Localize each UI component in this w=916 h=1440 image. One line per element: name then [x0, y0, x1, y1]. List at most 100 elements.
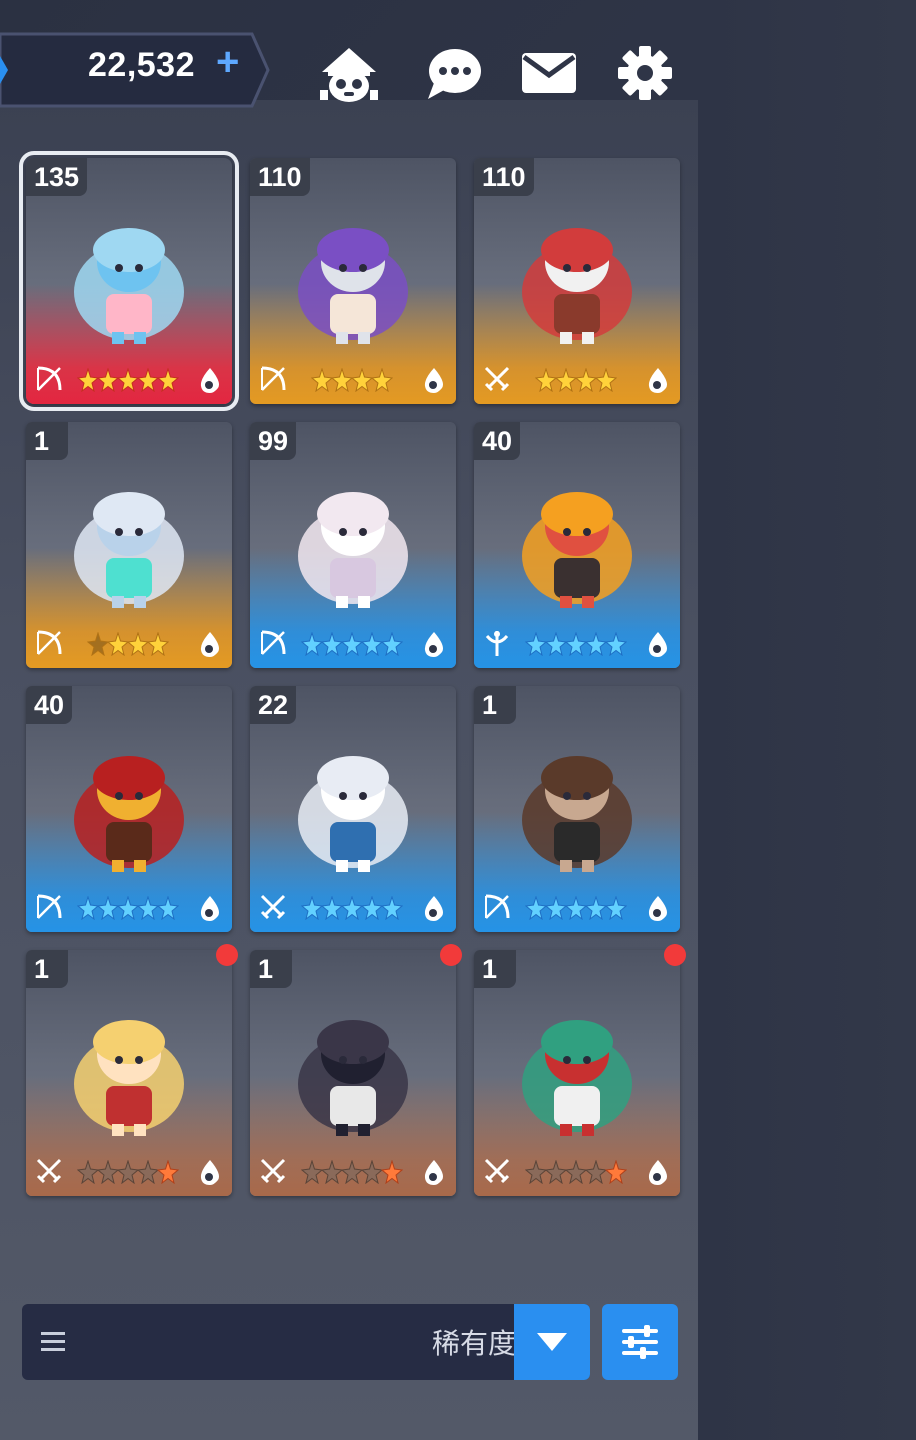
star-icon — [360, 1159, 384, 1185]
settings-icon[interactable] — [610, 40, 680, 106]
staff-icon — [482, 628, 512, 658]
star-icon — [76, 895, 100, 921]
hero-card[interactable]: 1 — [250, 950, 456, 1196]
star-rating — [308, 367, 398, 393]
star-icon — [126, 631, 150, 657]
star-icon — [350, 367, 374, 393]
sort-dropdown-button[interactable] — [514, 1304, 590, 1380]
hero-card[interactable]: 110 — [250, 158, 456, 404]
star-icon — [86, 631, 110, 657]
add-currency-button[interactable]: + — [216, 40, 239, 85]
star-icon — [604, 895, 628, 921]
star-icon — [310, 367, 334, 393]
hero-level: 1 — [474, 686, 516, 724]
star-icon — [534, 367, 558, 393]
bow-icon — [34, 628, 64, 658]
hero-card[interactable]: 1 — [26, 422, 232, 668]
star-icon — [544, 895, 568, 921]
currency-display[interactable]: 22,532 + — [0, 32, 270, 108]
star-icon — [584, 631, 608, 657]
mail-icon[interactable] — [514, 40, 584, 106]
chat-icon[interactable] — [418, 40, 488, 106]
star-icon — [340, 895, 364, 921]
sword-icon — [258, 1156, 288, 1186]
filter-sliders-icon — [622, 1325, 658, 1359]
water-drop-icon — [196, 366, 224, 394]
bow-icon — [258, 628, 288, 658]
star-icon — [136, 367, 160, 393]
star-icon — [380, 631, 404, 657]
star-icon — [156, 367, 180, 393]
star-icon — [554, 367, 578, 393]
hero-level: 1 — [26, 422, 68, 460]
hero-card[interactable]: 135 — [19, 151, 239, 411]
water-drop-icon — [644, 1158, 672, 1186]
water-drop-icon — [644, 894, 672, 922]
hero-card[interactable]: 40 — [474, 422, 680, 668]
list-menu-icon — [41, 1332, 65, 1351]
water-drop-icon — [420, 366, 448, 394]
water-drop-icon — [644, 630, 672, 658]
guild-icon[interactable] — [314, 40, 384, 106]
hero-portrait — [44, 466, 214, 616]
star-icon — [524, 1159, 548, 1185]
hero-card[interactable]: 1 — [474, 686, 680, 932]
star-icon — [340, 631, 364, 657]
hero-card[interactable]: 1 — [26, 950, 232, 1196]
star-icon — [584, 895, 608, 921]
hero-level: 110 — [250, 158, 310, 196]
hero-level: 40 — [474, 422, 521, 460]
star-icon — [330, 367, 354, 393]
sort-bar[interactable]: 稀有度 — [22, 1304, 590, 1380]
star-rating — [300, 631, 404, 657]
star-icon — [146, 631, 170, 657]
hero-level: 110 — [474, 158, 534, 196]
star-icon — [96, 895, 120, 921]
star-rating — [524, 1159, 628, 1185]
hero-card[interactable]: 1 — [474, 950, 680, 1196]
hero-level: 22 — [250, 686, 297, 724]
hero-level: 1 — [474, 950, 516, 988]
star-icon — [96, 367, 120, 393]
star-icon — [380, 1159, 404, 1185]
filter-button[interactable] — [602, 1304, 678, 1380]
hero-portrait — [492, 202, 662, 352]
star-icon — [156, 1159, 180, 1185]
hero-level: 135 — [26, 158, 88, 196]
hero-portrait — [268, 994, 438, 1144]
hero-card[interactable]: 22 — [250, 686, 456, 932]
star-icon — [320, 895, 344, 921]
sword-icon — [34, 1156, 64, 1186]
hero-portrait — [44, 202, 214, 352]
star-icon — [564, 895, 588, 921]
hero-portrait — [268, 730, 438, 880]
star-icon — [300, 1159, 324, 1185]
star-rating — [76, 367, 180, 393]
star-rating — [76, 895, 180, 921]
star-icon — [300, 895, 324, 921]
bow-icon — [34, 892, 64, 922]
bow-icon — [258, 364, 288, 394]
new-badge-dot — [216, 944, 238, 966]
star-rating — [76, 1159, 180, 1185]
star-rating — [532, 367, 622, 393]
hero-card[interactable]: 99 — [250, 422, 456, 668]
star-icon — [96, 1159, 120, 1185]
background-area — [698, 0, 916, 1440]
star-icon — [544, 631, 568, 657]
star-icon — [136, 1159, 160, 1185]
hero-card[interactable]: 110 — [474, 158, 680, 404]
sword-icon — [258, 892, 288, 922]
star-icon — [76, 1159, 100, 1185]
hero-card[interactable]: 40 — [26, 686, 232, 932]
hero-portrait — [268, 466, 438, 616]
star-rating — [524, 631, 628, 657]
star-icon — [604, 631, 628, 657]
hero-portrait — [492, 730, 662, 880]
star-icon — [380, 895, 404, 921]
star-icon — [340, 1159, 364, 1185]
sword-icon — [482, 1156, 512, 1186]
sword-icon — [482, 364, 512, 394]
star-icon — [564, 631, 588, 657]
star-icon — [76, 367, 100, 393]
